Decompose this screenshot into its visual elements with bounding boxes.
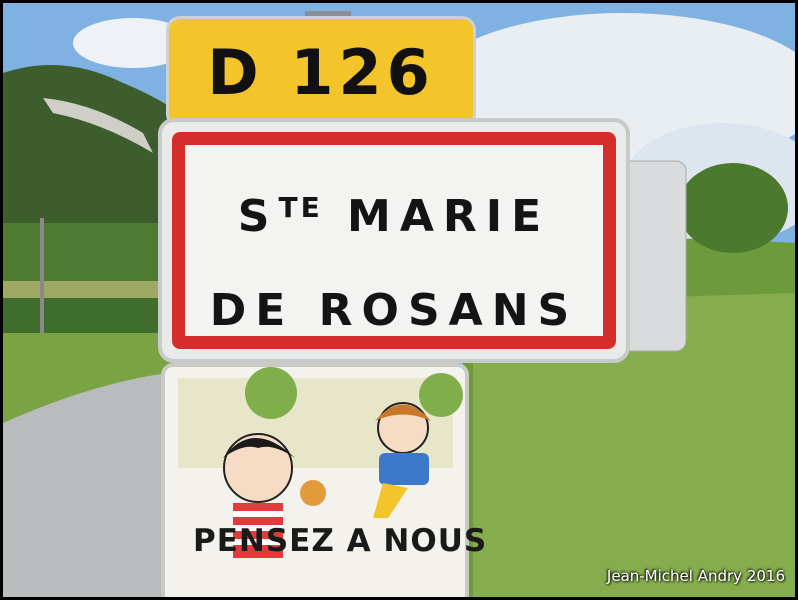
town-name-line1: STE MARIE bbox=[185, 191, 603, 242]
town-sign-red-border: STE MARIE DE ROSANS bbox=[172, 132, 616, 349]
children-sign-text: PENSEZ A NOUS bbox=[193, 523, 488, 559]
drawn-boy2-shirt bbox=[379, 453, 429, 485]
pole bbox=[40, 218, 44, 333]
road-number-sign: D 126 bbox=[166, 16, 476, 128]
town-name-line2: DE ROSANS bbox=[209, 285, 579, 336]
drawn-tree bbox=[419, 373, 463, 417]
road-number-text: D 126 bbox=[207, 35, 435, 109]
town-name-line1-prefix: S bbox=[237, 191, 279, 242]
photo: D 126 STE MARIE DE ROSANS PENSEZ A NOUS … bbox=[3, 3, 795, 597]
town-entry-sign: STE MARIE DE ROSANS bbox=[158, 118, 630, 363]
drawn-glove bbox=[300, 480, 326, 506]
drawn-tree bbox=[245, 367, 297, 419]
stripe bbox=[233, 511, 283, 517]
photo-credit: Jean-Michel Andry 2016 bbox=[606, 567, 785, 585]
town-name-line1-rest: MARIE bbox=[322, 191, 551, 242]
town-name-line1-superscript: TE bbox=[278, 191, 323, 224]
tree bbox=[678, 163, 788, 253]
